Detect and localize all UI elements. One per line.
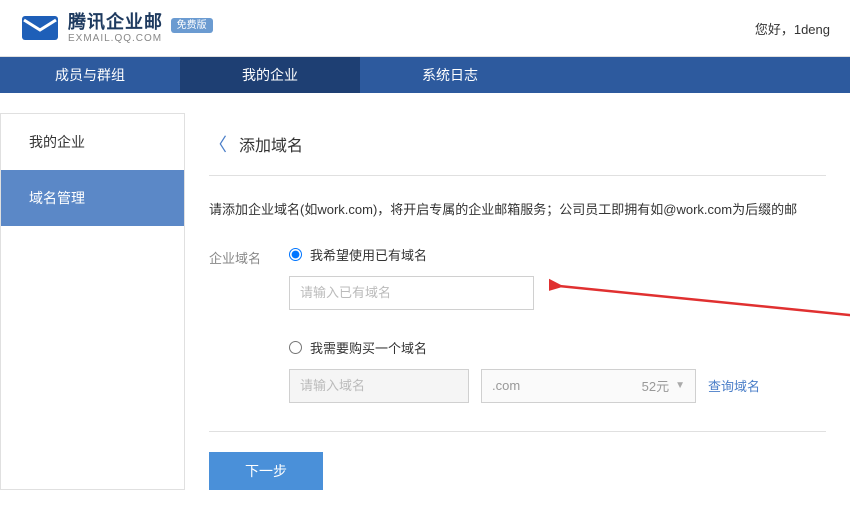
brand-subtitle: EXMAIL.QQ.COM: [68, 33, 213, 44]
existing-domain-input[interactable]: [289, 276, 534, 310]
brand-logo: 腾讯企业邮 免费版 EXMAIL.QQ.COM: [20, 12, 213, 44]
radio-buy[interactable]: [289, 341, 302, 354]
buy-domain-input: [289, 369, 469, 403]
option-existing-domain[interactable]: 我希望使用已有域名: [289, 245, 826, 264]
tld-price: 52元: [642, 376, 669, 395]
brand-name: 腾讯企业邮: [68, 12, 163, 32]
back-chevron-icon[interactable]: 〈: [209, 131, 227, 157]
lookup-domain-link[interactable]: 查询域名: [708, 376, 760, 395]
user-name: 1deng: [794, 22, 830, 37]
divider: [209, 431, 826, 432]
sidebar: 我的企业 域名管理: [0, 113, 185, 490]
next-button[interactable]: 下一步: [209, 452, 323, 490]
top-nav: 成员与群组 我的企业 系统日志: [0, 57, 850, 93]
topnav-system-log[interactable]: 系统日志: [360, 57, 540, 93]
caret-down-icon: ▼: [675, 380, 685, 391]
topnav-members[interactable]: 成员与群组: [0, 57, 180, 93]
page-title: 添加域名: [239, 132, 303, 156]
radio-existing[interactable]: [289, 248, 302, 261]
topnav-my-enterprise[interactable]: 我的企业: [180, 57, 360, 93]
instruction-text: 请添加企业域名(如work.com)，将开启专属的企业邮箱服务；公司员工即拥有如…: [209, 200, 826, 221]
tld-value: .com: [492, 378, 520, 393]
envelope-logo-icon: [20, 12, 60, 44]
sidebar-domain-management[interactable]: 域名管理: [1, 170, 184, 226]
sidebar-my-enterprise[interactable]: 我的企业: [1, 114, 184, 170]
greeting: 您好，1deng: [755, 19, 830, 38]
domain-field-label: 企业域名: [209, 245, 289, 267]
tld-selector[interactable]: .com 52元 ▼: [481, 369, 696, 403]
main-content: 〈 添加域名 请添加企业域名(如work.com)，将开启专属的企业邮箱服务；公…: [185, 113, 850, 490]
plan-badge: 免费版: [171, 18, 213, 33]
option-buy-domain[interactable]: 我需要购买一个域名: [289, 338, 826, 357]
